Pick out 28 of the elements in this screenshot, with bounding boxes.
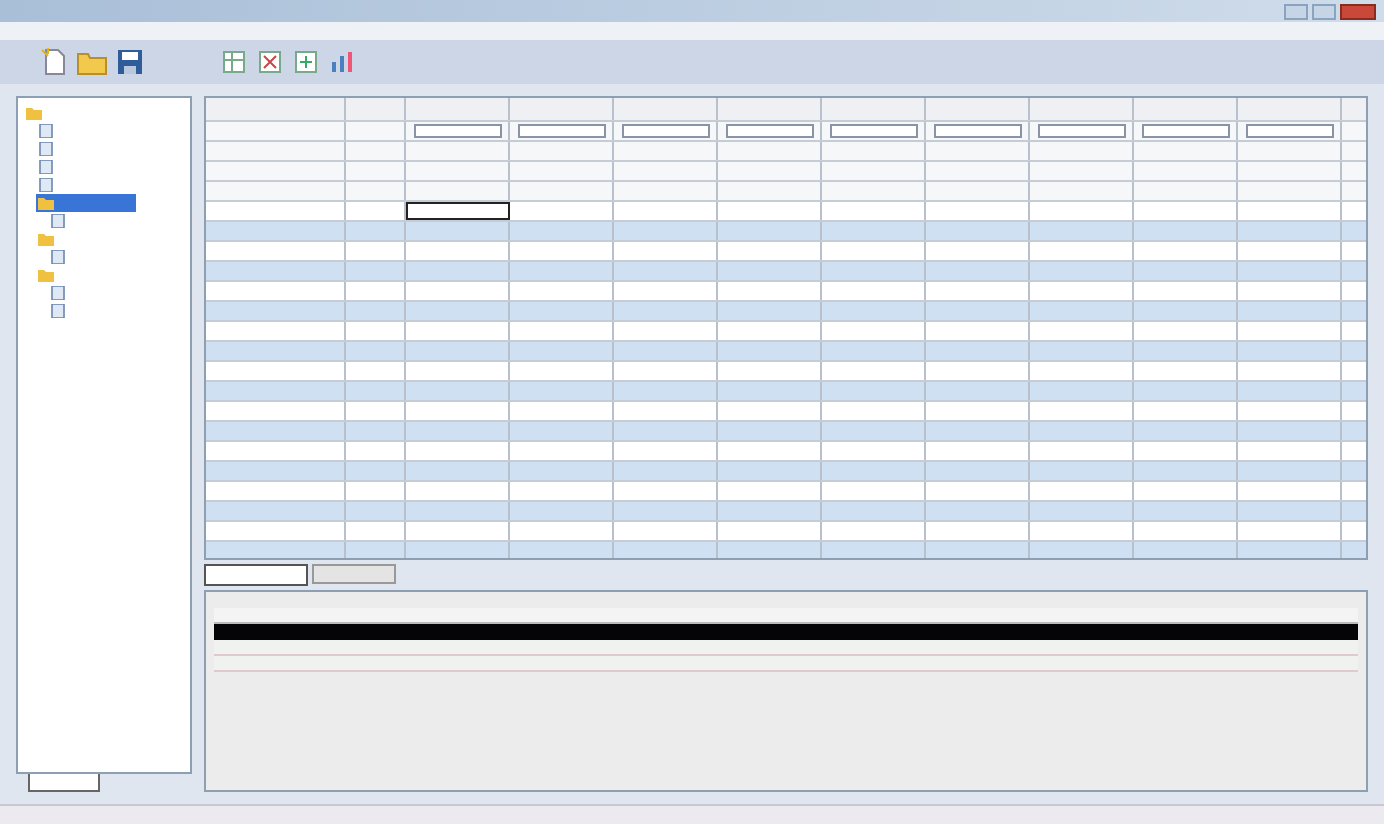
- tree-item[interactable]: [36, 194, 136, 212]
- dropdown[interactable]: [1037, 124, 1125, 138]
- sidebar-tab[interactable]: [28, 774, 100, 792]
- folder-icon: [38, 268, 54, 282]
- grid-plus-icon[interactable]: [292, 48, 320, 76]
- minimize-button[interactable]: [1284, 3, 1308, 19]
- close-button[interactable]: [1340, 3, 1376, 19]
- dropdown[interactable]: [621, 124, 709, 138]
- table-row[interactable]: [214, 640, 1358, 656]
- grid-cross-icon[interactable]: [256, 48, 284, 76]
- dropdown[interactable]: [1141, 124, 1229, 138]
- folder-icon: [38, 196, 54, 210]
- dropdown[interactable]: [933, 124, 1021, 138]
- dropdown[interactable]: [829, 124, 917, 138]
- dropdown[interactable]: [517, 124, 605, 138]
- maximize-button[interactable]: [1312, 3, 1336, 19]
- save-icon[interactable]: [116, 48, 144, 76]
- dropdown[interactable]: [725, 124, 813, 138]
- table-row[interactable]: [214, 656, 1358, 672]
- grid-cell[interactable]: [406, 202, 510, 220]
- folder-icon: [38, 232, 54, 246]
- folder-icon: [26, 106, 42, 120]
- chart-icon[interactable]: [328, 48, 356, 76]
- document-icon: [50, 250, 66, 264]
- dropdown[interactable]: [413, 124, 501, 138]
- panel-tab[interactable]: [204, 564, 308, 586]
- new-file-icon[interactable]: [40, 48, 68, 76]
- dropdown[interactable]: [1245, 124, 1333, 138]
